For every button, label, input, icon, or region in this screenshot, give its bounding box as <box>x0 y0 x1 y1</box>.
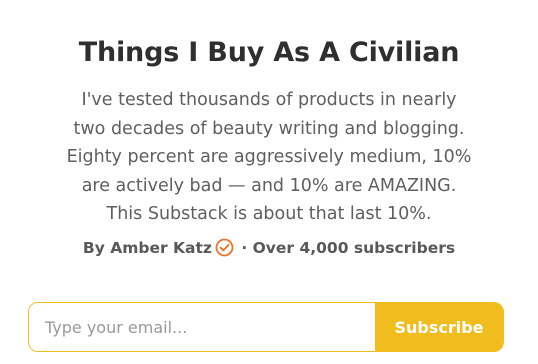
description-line: are actively bad — and 10% are AMAZING. <box>81 175 457 196</box>
publication-title: Things I Buy As A Civilian <box>78 37 460 68</box>
description-line: two decades of beauty writing and bloggi… <box>73 118 465 139</box>
author-name[interactable]: Amber Katz <box>110 239 212 257</box>
email-input[interactable] <box>29 303 375 351</box>
verified-check-circle-icon <box>215 238 234 257</box>
byline: By Amber Katz · Over 4,000 subscribers <box>0 236 538 260</box>
description-line: Eighty percent are aggressively medium, … <box>66 147 472 167</box>
description-line: I've tested thousands of products in nea… <box>81 90 457 110</box>
publication-description: I've tested thousands of products in nea… <box>57 86 481 229</box>
subscriber-count: Over 4,000 subscribers <box>252 239 456 257</box>
substack-welcome: Things I Buy As A Civilian I've tested t… <box>0 0 538 364</box>
description-line: This Substack is about that last 10%. <box>106 204 432 224</box>
byline-separator: · <box>235 239 253 257</box>
subscribe-button[interactable]: Subscribe <box>375 303 503 351</box>
byline-prefix: By <box>82 239 111 257</box>
subscribe-form: Subscribe <box>28 302 504 352</box>
